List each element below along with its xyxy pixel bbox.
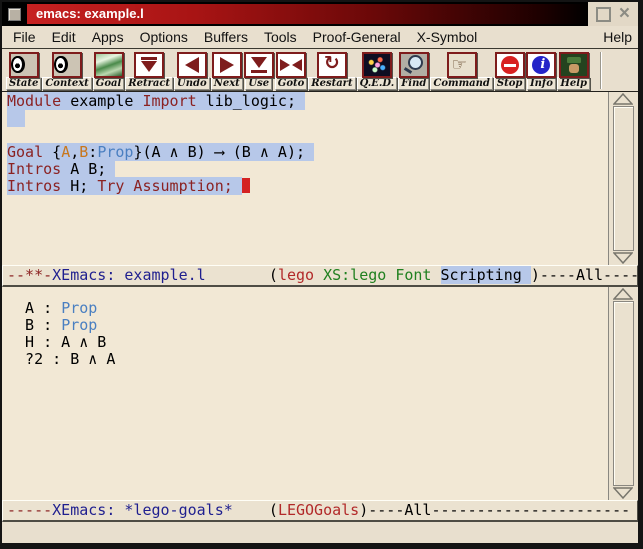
help-face-icon bbox=[559, 52, 589, 78]
minibuffer[interactable] bbox=[2, 522, 638, 544]
goal-line: H : A ∧ B bbox=[7, 334, 608, 351]
menu-file[interactable]: File bbox=[5, 26, 44, 48]
goal-picture-icon bbox=[94, 52, 124, 78]
menu-help[interactable]: Help bbox=[595, 26, 638, 48]
xemacs-window: emacs: example.l × File Edit Apps Option… bbox=[0, 0, 643, 549]
eyes-icon bbox=[52, 52, 82, 78]
state-button[interactable]: State bbox=[6, 52, 41, 90]
maximize-icon[interactable] bbox=[596, 7, 611, 22]
goal-button[interactable]: Goal bbox=[93, 52, 125, 90]
window-controls: × bbox=[588, 2, 638, 26]
next-button[interactable]: Next bbox=[211, 52, 243, 90]
modeline-goals: -----XEmacs: *lego-goals* (LEGOGoals)---… bbox=[2, 500, 638, 522]
restart-cycle-icon bbox=[317, 52, 347, 78]
menu-bar: File Edit Apps Options Buffers Tools Pro… bbox=[2, 26, 638, 49]
scroll-down-icon[interactable] bbox=[613, 487, 633, 499]
title-bar[interactable]: emacs: example.l × bbox=[2, 2, 638, 26]
goto-button[interactable]: Goto bbox=[275, 52, 308, 90]
menu-proof-general[interactable]: Proof-General bbox=[305, 26, 409, 48]
retract-to-top-icon bbox=[134, 52, 164, 78]
code-line: Module example Import lib_logic; bbox=[7, 93, 608, 110]
undo-left-triangle-icon bbox=[177, 52, 207, 78]
menu-edit[interactable]: Edit bbox=[44, 26, 84, 48]
window-menu-button[interactable] bbox=[8, 8, 21, 21]
find-magnifier-icon bbox=[399, 52, 429, 78]
menu-x-symbol[interactable]: X-Symbol bbox=[409, 26, 486, 48]
text-cursor bbox=[242, 178, 250, 193]
stop-button[interactable]: Stop bbox=[494, 52, 526, 90]
menu-apps[interactable]: Apps bbox=[84, 26, 132, 48]
close-icon[interactable]: × bbox=[619, 5, 630, 23]
window-title: emacs: example.l bbox=[27, 4, 588, 24]
undo-button[interactable]: Undo bbox=[174, 52, 210, 90]
help-button[interactable]: Help bbox=[557, 52, 590, 90]
code-line: Intros H; Try Assumption; bbox=[7, 178, 608, 195]
qed-button[interactable]: Q.E.D. bbox=[357, 52, 398, 90]
eyes-icon bbox=[9, 52, 39, 78]
goto-point-icon bbox=[276, 52, 306, 78]
code-line: Intros A B; bbox=[7, 161, 608, 178]
proof-toolbar: State Context Goal Retract Undo Next Use bbox=[2, 49, 638, 92]
qed-fireworks-icon bbox=[362, 52, 392, 78]
toolbar-separator bbox=[600, 52, 602, 89]
retract-button[interactable]: Retract bbox=[125, 52, 173, 90]
code-line: Goal {A,B:Prop}(A ∧ B) ⟶ (B ∧ A); bbox=[7, 144, 608, 161]
restart-button[interactable]: Restart bbox=[308, 52, 355, 90]
goal-line: A : Prop bbox=[7, 300, 608, 317]
scrollbar-thumb[interactable] bbox=[613, 106, 634, 251]
next-right-triangle-icon bbox=[212, 52, 242, 78]
goals-buffer[interactable]: A : Prop B : Prop H : A ∧ B ?2 : B ∧ A bbox=[2, 287, 608, 513]
modeline-script: --**-XEmacs: example.l (lego XS:lego Fon… bbox=[2, 265, 638, 287]
command-hand-icon bbox=[447, 52, 477, 78]
stop-sign-icon bbox=[495, 52, 525, 78]
menu-tools[interactable]: Tools bbox=[256, 26, 305, 48]
command-button[interactable]: Command bbox=[430, 52, 493, 90]
info-icon bbox=[526, 52, 556, 78]
scripting-indicator: Scripting bbox=[441, 266, 531, 284]
script-scrollbar[interactable] bbox=[608, 92, 638, 265]
code-line bbox=[7, 127, 608, 144]
scroll-down-icon[interactable] bbox=[613, 252, 633, 264]
goal-line: B : Prop bbox=[7, 317, 608, 334]
goals-scrollbar[interactable] bbox=[608, 287, 638, 500]
scrollbar-thumb[interactable] bbox=[613, 301, 634, 486]
script-buffer[interactable]: Module example Import lib_logic; Goal {A… bbox=[2, 92, 608, 266]
menu-buffers[interactable]: Buffers bbox=[196, 26, 256, 48]
menu-options[interactable]: Options bbox=[132, 26, 196, 48]
use-button[interactable]: Use bbox=[244, 52, 274, 90]
context-button[interactable]: Context bbox=[42, 52, 91, 90]
code-line bbox=[7, 110, 608, 127]
find-button[interactable]: Find bbox=[398, 52, 429, 90]
scroll-up-icon[interactable] bbox=[613, 288, 633, 300]
scroll-up-icon[interactable] bbox=[613, 93, 633, 105]
use-to-end-icon bbox=[244, 52, 274, 78]
goal-line: ?2 : B ∧ A bbox=[7, 351, 608, 368]
info-button[interactable]: Info bbox=[526, 52, 556, 90]
